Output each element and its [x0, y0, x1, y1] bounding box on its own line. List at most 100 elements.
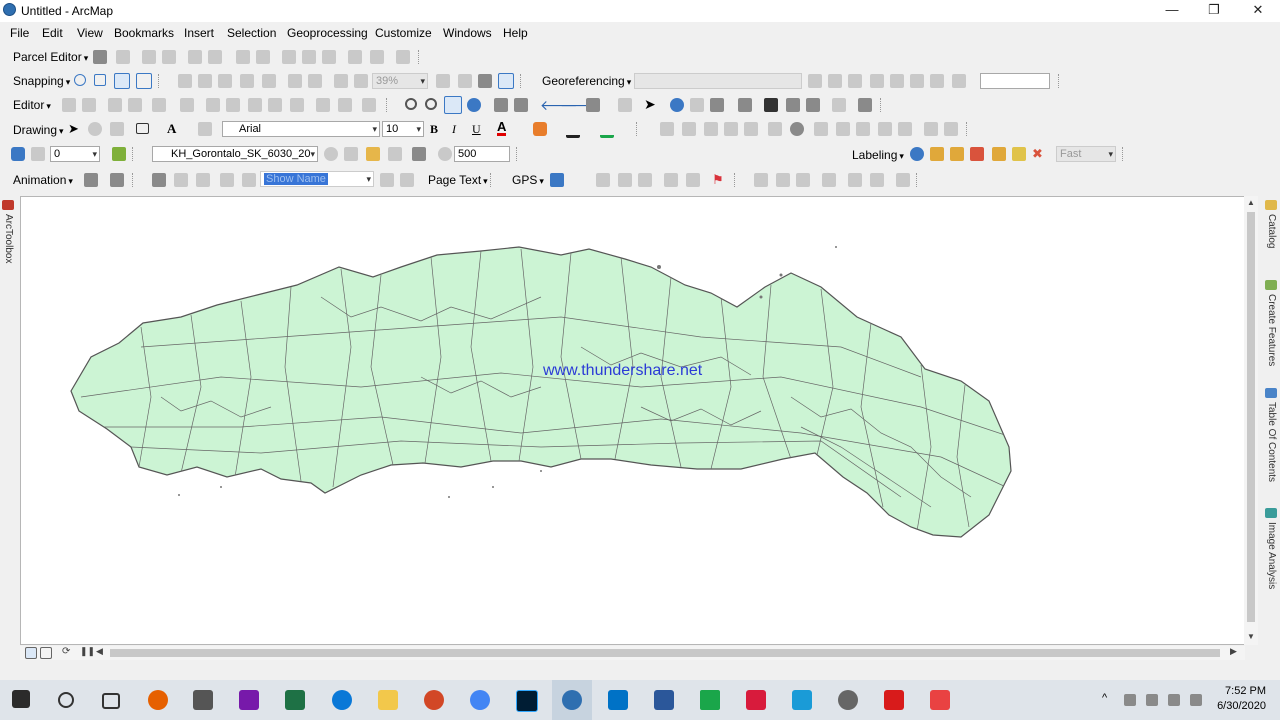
store-icon[interactable]: [193, 690, 213, 710]
italic-button[interactable]: I: [452, 122, 456, 137]
pan-icon[interactable]: [444, 96, 462, 114]
label-manager-icon[interactable]: [910, 147, 924, 161]
html-popup-icon[interactable]: [710, 98, 724, 112]
tray-chevron-icon[interactable]: ^: [1102, 692, 1107, 704]
font-color-button[interactable]: A: [497, 120, 507, 136]
search-icon[interactable]: [58, 692, 74, 708]
vertical-scrollbar[interactable]: ▲ ▼: [1244, 196, 1258, 645]
change-layout-icon[interactable]: [478, 74, 492, 88]
toolbar-grip[interactable]: [520, 74, 525, 88]
menu-customize[interactable]: Customize: [375, 26, 432, 40]
messenger-app-icon[interactable]: [792, 690, 812, 710]
animation-menu[interactable]: Animation: [13, 173, 73, 187]
toolbar-grip[interactable]: [734, 173, 739, 187]
data-view-icon[interactable]: [25, 647, 37, 659]
acrobat-icon[interactable]: [884, 690, 904, 710]
refresh-view-icon[interactable]: ⟳: [62, 646, 70, 657]
clear-labels-icon[interactable]: ✖: [1032, 147, 1046, 161]
battery-icon[interactable]: [1146, 694, 1158, 706]
red-app-icon[interactable]: [746, 690, 766, 710]
zoom-in-icon[interactable]: [405, 98, 417, 110]
menu-geoprocessing[interactable]: Geoprocessing: [287, 26, 368, 40]
table-of-contents-tab[interactable]: Table Of Contents: [1266, 402, 1277, 482]
georeferencing-menu[interactable]: Georeferencing: [542, 74, 631, 88]
toolbar-grip[interactable]: [386, 98, 391, 112]
label-quality-select[interactable]: Fast: [1056, 146, 1116, 162]
identify-icon[interactable]: [670, 98, 684, 112]
gps-connect-icon[interactable]: [550, 173, 564, 187]
new-text-icon[interactable]: A: [167, 121, 176, 137]
edge-snapping-icon[interactable]: [136, 73, 152, 89]
georef-layer-select[interactable]: [634, 73, 802, 89]
menu-help[interactable]: Help: [503, 26, 528, 40]
toolbar-grip[interactable]: [132, 173, 137, 187]
select-elements-draw-icon[interactable]: ➤: [68, 122, 82, 136]
arcmap-taskbar-active[interactable]: [552, 680, 592, 720]
horizontal-scrollbar[interactable]: ⟳ ❚❚ ◀ ▶: [20, 646, 1245, 660]
excel-icon[interactable]: [285, 690, 305, 710]
vertex-snapping-icon[interactable]: [114, 73, 130, 89]
scroll-right-icon[interactable]: ▶: [1230, 646, 1237, 657]
image-analysis-tab[interactable]: Image Analysis: [1266, 522, 1277, 589]
firefox-icon[interactable]: [148, 690, 168, 710]
menu-file[interactable]: File: [10, 26, 29, 40]
scroll-down-icon[interactable]: ▼: [1247, 632, 1255, 641]
pause-drawing-icon[interactable]: ❚❚: [80, 646, 95, 657]
effects-e-icon[interactable]: [412, 147, 426, 161]
full-extent-icon[interactable]: [467, 98, 481, 112]
toolbar-grip[interactable]: [966, 122, 971, 136]
scroll-left-icon[interactable]: ◀: [96, 646, 103, 657]
font-size-select[interactable]: 10: [382, 121, 424, 137]
bold-button[interactable]: B: [430, 122, 438, 137]
toolbar-grip[interactable]: [1058, 74, 1063, 88]
tray-app-icon[interactable]: [1124, 694, 1136, 706]
pause-labeling-icon[interactable]: [950, 147, 964, 161]
find-route-icon[interactable]: [786, 98, 800, 112]
select-features-icon[interactable]: [586, 98, 600, 112]
editor-menu[interactable]: Editor: [13, 98, 51, 112]
toolbar-grip[interactable]: [490, 173, 495, 187]
powerpoint-icon[interactable]: [424, 690, 444, 710]
toolbar-grip[interactable]: [916, 173, 921, 187]
capture-view-icon[interactable]: [84, 173, 98, 187]
data-driven-pages-icon[interactable]: [498, 73, 514, 89]
page-text-menu[interactable]: Page Text: [428, 173, 488, 187]
georef-scale-input[interactable]: [980, 73, 1050, 89]
map-canvas[interactable]: [21, 197, 1244, 644]
spatial-adjust-b-icon[interactable]: [790, 122, 804, 136]
outlook-icon[interactable]: [608, 690, 628, 710]
wifi-icon[interactable]: [1168, 694, 1180, 706]
tile-level-select[interactable]: 0: [50, 146, 100, 162]
file-explorer-icon[interactable]: [378, 690, 398, 710]
pdf-reader-icon[interactable]: [930, 690, 950, 710]
toolbar-grip[interactable]: [516, 147, 521, 161]
maximize-button[interactable]: ❐: [1192, 0, 1236, 22]
green-app-icon[interactable]: [700, 690, 720, 710]
snapping-menu[interactable]: Snapping: [13, 74, 70, 88]
layout-zoom-percent[interactable]: 39%: [372, 73, 428, 89]
start-button[interactable]: [12, 690, 30, 708]
measure-icon[interactable]: [738, 98, 752, 112]
red-flag-icon[interactable]: ⚑: [712, 173, 726, 187]
flag-icon[interactable]: [112, 147, 126, 161]
parcel-editor-menu[interactable]: Parcel Editor: [13, 50, 88, 64]
menu-bookmarks[interactable]: Bookmarks: [114, 26, 174, 40]
word-icon[interactable]: [654, 690, 674, 710]
scroll-thumb[interactable]: [1247, 212, 1255, 622]
minimize-button[interactable]: —: [1150, 0, 1194, 22]
zoom-out-icon[interactable]: [425, 98, 437, 110]
toolbar-grip[interactable]: [636, 122, 641, 136]
find-icon[interactable]: [764, 98, 778, 112]
toolbar-grip[interactable]: [158, 74, 163, 88]
network-app-icon[interactable]: [838, 690, 858, 710]
layer-select[interactable]: KH_Gorontalo_SK_6030_20: [152, 146, 318, 162]
label-priority-icon[interactable]: [992, 147, 1006, 161]
menu-edit[interactable]: Edit: [42, 26, 63, 40]
select-elements-icon[interactable]: ➤: [644, 97, 658, 111]
page-name-select[interactable]: Show Name: [260, 171, 374, 187]
back-extent-icon[interactable]: 🡐: [540, 98, 578, 112]
menu-view[interactable]: View: [77, 26, 103, 40]
catalog-tab[interactable]: Catalog: [1266, 214, 1277, 248]
create-viewer-icon[interactable]: [858, 98, 872, 112]
notification-icon[interactable]: [1190, 694, 1202, 706]
